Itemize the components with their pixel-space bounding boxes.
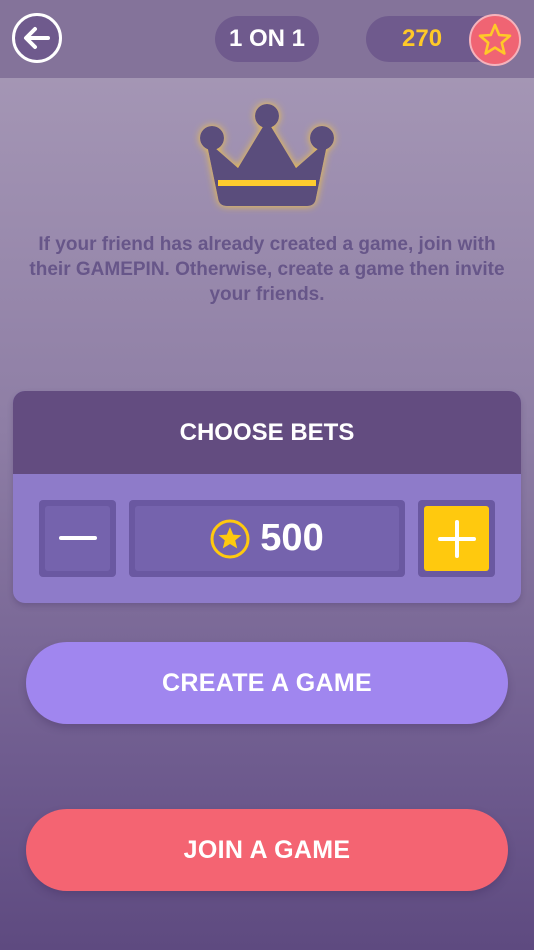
bet-amount-display: 500 [129, 500, 405, 577]
increase-bet-button[interactable] [418, 500, 495, 577]
bet-amount-inner: 500 [135, 506, 399, 571]
game-mode-label: 1 ON 1 [215, 16, 319, 62]
choose-bets-title: CHOOSE BETS [13, 391, 521, 474]
star-icon [478, 23, 512, 55]
crown-icon [200, 104, 334, 206]
arrow-left-icon [24, 27, 50, 49]
choose-bets-card: CHOOSE BETS 500 [13, 391, 521, 603]
create-game-button[interactable]: CREATE A GAME [26, 642, 508, 724]
join-game-button[interactable]: JOIN A GAME [26, 809, 508, 891]
star-coin-icon [210, 519, 250, 558]
intro-text: If your friend has already created a gam… [29, 234, 505, 305]
decrease-bet-face[interactable] [45, 506, 110, 571]
decrease-bet-button[interactable] [39, 500, 116, 577]
increase-bet-face[interactable] [424, 506, 489, 571]
bet-amount: 500 [260, 517, 324, 559]
top-bar: 1 ON 1 270 [0, 0, 534, 78]
minus-icon [58, 535, 97, 540]
coin-store-button[interactable] [469, 14, 521, 66]
plus-icon [437, 519, 476, 558]
back-button[interactable] [12, 13, 62, 63]
coin-balance: 270 [402, 25, 443, 52]
